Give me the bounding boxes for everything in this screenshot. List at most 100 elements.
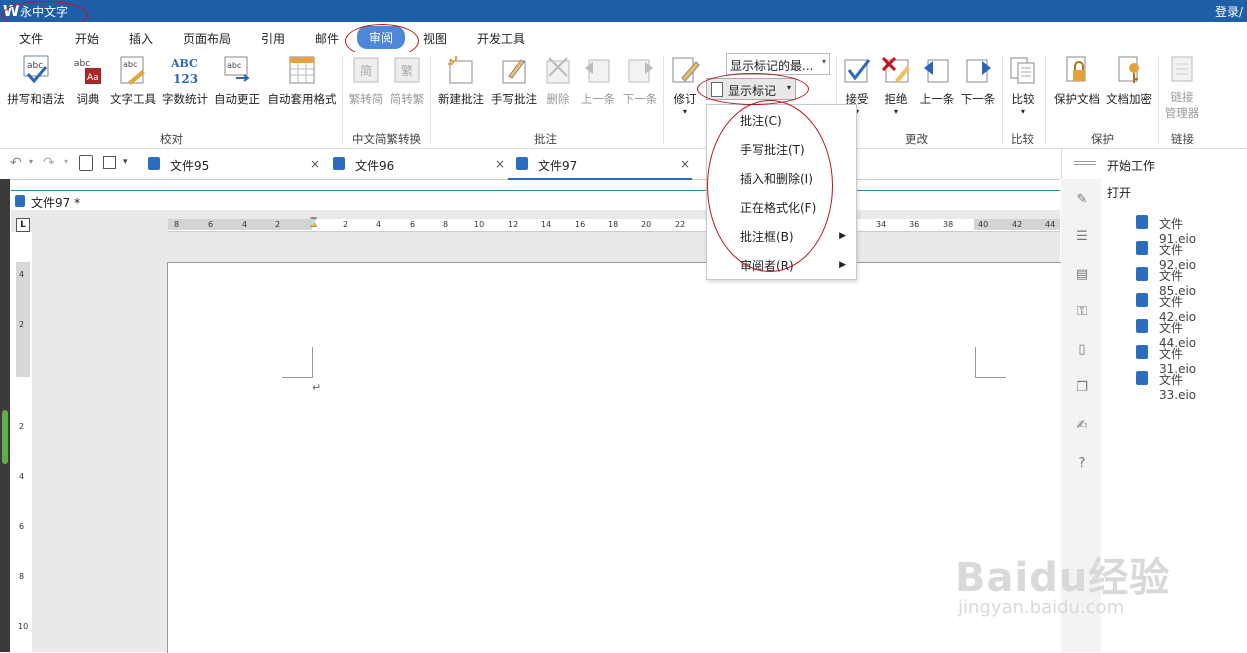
ruler-tick: 40 — [978, 220, 989, 229]
redo-icon[interactable]: ↷ — [43, 155, 55, 171]
menu-developer[interactable]: 开发工具 — [477, 30, 525, 47]
track-changes-button[interactable]: 修订 ▾ — [669, 54, 701, 116]
svg-text:123: 123 — [173, 72, 198, 86]
autoformat-button[interactable]: 自动套用格式 — [265, 54, 339, 107]
chevron-down-icon: ▾ — [821, 57, 826, 66]
save-icon[interactable] — [103, 156, 116, 169]
spelling-check-icon: abc — [23, 55, 49, 84]
document-icon — [1136, 293, 1148, 307]
lock-icon[interactable]: ⚿ — [1075, 305, 1089, 319]
menu-page-layout[interactable]: 页面布局 — [183, 30, 231, 47]
undo-dropdown-icon[interactable]: ▾ — [29, 157, 33, 166]
simp-to-trad-button[interactable]: 繁 简转繁 — [388, 54, 426, 107]
ribbon-separator — [663, 56, 664, 144]
next-arrow-icon — [628, 59, 653, 83]
menu-file[interactable]: 文件 — [19, 30, 43, 47]
ribbon-separator — [342, 56, 343, 144]
menu-references[interactable]: 引用 — [261, 30, 285, 47]
encrypt-document-button[interactable]: 文档加密 — [1104, 54, 1154, 107]
close-icon[interactable]: × — [680, 157, 690, 171]
spelling-grammar-button[interactable]: abc 拼写和语法 — [4, 54, 68, 107]
ruler-tick: 22 — [675, 220, 686, 229]
pencil-icon[interactable]: ✎ — [1075, 193, 1089, 207]
next-comment-button[interactable]: 下一条 — [620, 54, 660, 107]
tab-stop-selector[interactable]: L — [16, 218, 30, 232]
undo-icon[interactable]: ↶ — [10, 155, 22, 171]
menu-home[interactable]: 开始 — [75, 30, 99, 47]
previous-comment-button[interactable]: 上一条 — [578, 54, 618, 107]
svg-text:abc: abc — [227, 61, 241, 70]
tab-file96[interactable]: 文件96 × — [333, 149, 511, 178]
previous-change-button[interactable]: 上一条 — [917, 54, 957, 107]
margin-corner-top-right — [975, 347, 1006, 378]
outline-icon[interactable]: ▤ — [1075, 268, 1089, 282]
dictionary-button[interactable]: abc Aa 词典 — [72, 54, 104, 107]
compare-icon — [1010, 57, 1035, 84]
close-icon[interactable]: × — [310, 157, 320, 171]
link-manager-button[interactable]: 链接 管理器 — [1162, 54, 1202, 121]
menu-view[interactable]: 视图 — [423, 30, 447, 47]
print-preview-icon[interactable] — [79, 155, 93, 171]
group-label-comments: 批注 — [534, 132, 557, 146]
compare-dropdown-arrow: ▾ — [1020, 107, 1025, 116]
delete-comment-button[interactable]: 删除 — [542, 54, 574, 107]
handwritten-comment-button[interactable]: 手写批注 — [489, 54, 539, 107]
ruler-tick: 2 — [275, 220, 281, 229]
quick-access-dropdown-icon[interactable]: ▾ — [123, 157, 128, 167]
tab-file95[interactable]: 文件95 × — [148, 149, 326, 178]
copy-icon[interactable]: ❐ — [1075, 381, 1089, 395]
edit-icon[interactable]: ✍ — [1075, 419, 1089, 433]
ruler-tick: 12 — [508, 220, 519, 229]
help-icon[interactable]: ? — [1075, 457, 1089, 471]
vertical-ruler[interactable]: 4 2 2 4 6 8 10 — [16, 262, 30, 652]
autoformat-icon — [289, 56, 315, 84]
ruler-tick: 8 — [174, 220, 180, 229]
document-icon — [1136, 267, 1148, 281]
ribbon: abc 拼写和语法 abc Aa 词典 abc 文字工具 ABC 123 字数统计 … — [0, 52, 1247, 149]
accept-icon — [844, 59, 871, 83]
document-page[interactable]: ↵ — [167, 262, 1061, 653]
ruler-tick: 16 — [575, 220, 586, 229]
open-section-label[interactable]: 打开 — [1107, 184, 1131, 201]
reject-dropdown-arrow: ▾ — [893, 107, 898, 116]
lock-icon — [1066, 56, 1086, 82]
svg-text:abc: abc — [74, 59, 90, 69]
horizontal-ruler[interactable]: 8 6 4 2 ⌛ 2 4 6 8 10 12 14 16 18 20 22 3… — [168, 218, 1060, 232]
tab-file97[interactable]: 文件97 × — [508, 149, 692, 180]
vruler-tick: 4 — [19, 472, 25, 481]
compare-button[interactable]: 比较 ▾ — [1007, 54, 1039, 116]
login-link[interactable]: 登录/ — [1215, 3, 1243, 20]
pane-heading: 开始工作 — [1107, 159, 1156, 173]
close-icon[interactable]: × — [495, 157, 505, 171]
text-tools-button[interactable]: abc 文字工具 — [108, 54, 158, 107]
reject-change-button[interactable]: 拒绝 ▾ — [880, 54, 912, 116]
trad-to-simp-button[interactable]: 简 繁转简 — [347, 54, 385, 107]
vruler-tick: 4 — [19, 270, 25, 279]
protect-document-button[interactable]: 保护文档 — [1052, 54, 1102, 107]
word-count-button[interactable]: ABC 123 字数统计 — [161, 54, 209, 107]
document-icon — [1136, 371, 1148, 385]
menu-mailings[interactable]: 邮件 — [315, 30, 339, 47]
menu-insert[interactable]: 插入 — [129, 30, 153, 47]
annotation-ring-menu — [707, 100, 833, 272]
left-edge-handle[interactable] — [2, 410, 8, 464]
ruler-tick: 38 — [943, 220, 954, 229]
sliders-icon[interactable]: ☰ — [1075, 230, 1089, 244]
title-bar: W 永中文字 登录/ — [0, 0, 1247, 22]
pane-grip-icon[interactable] — [1074, 161, 1096, 165]
redo-dropdown-icon[interactable]: ▾ — [64, 157, 68, 166]
markup-view-select[interactable]: 显示标记的最... ▾ — [726, 53, 830, 75]
clipboard-icon[interactable]: ▯ — [1075, 343, 1089, 357]
new-comment-button[interactable]: 新建批注 — [436, 54, 486, 107]
document-path-bar: 文件97 * — [11, 190, 1060, 211]
group-label-changes: 更改 — [905, 132, 928, 146]
document-icon — [1136, 319, 1148, 333]
vruler-tick: 2 — [19, 422, 25, 431]
document-path: 文件97 * — [31, 196, 81, 210]
ruler-tick: 10 — [474, 220, 485, 229]
next-change-button[interactable]: 下一条 — [958, 54, 998, 107]
ruler-tick: 20 — [641, 220, 652, 229]
handwritten-comment-icon — [502, 59, 526, 84]
indent-marker[interactable]: ⌛ — [308, 218, 319, 228]
autocorrect-button[interactable]: abc 自动更正 — [212, 54, 262, 107]
